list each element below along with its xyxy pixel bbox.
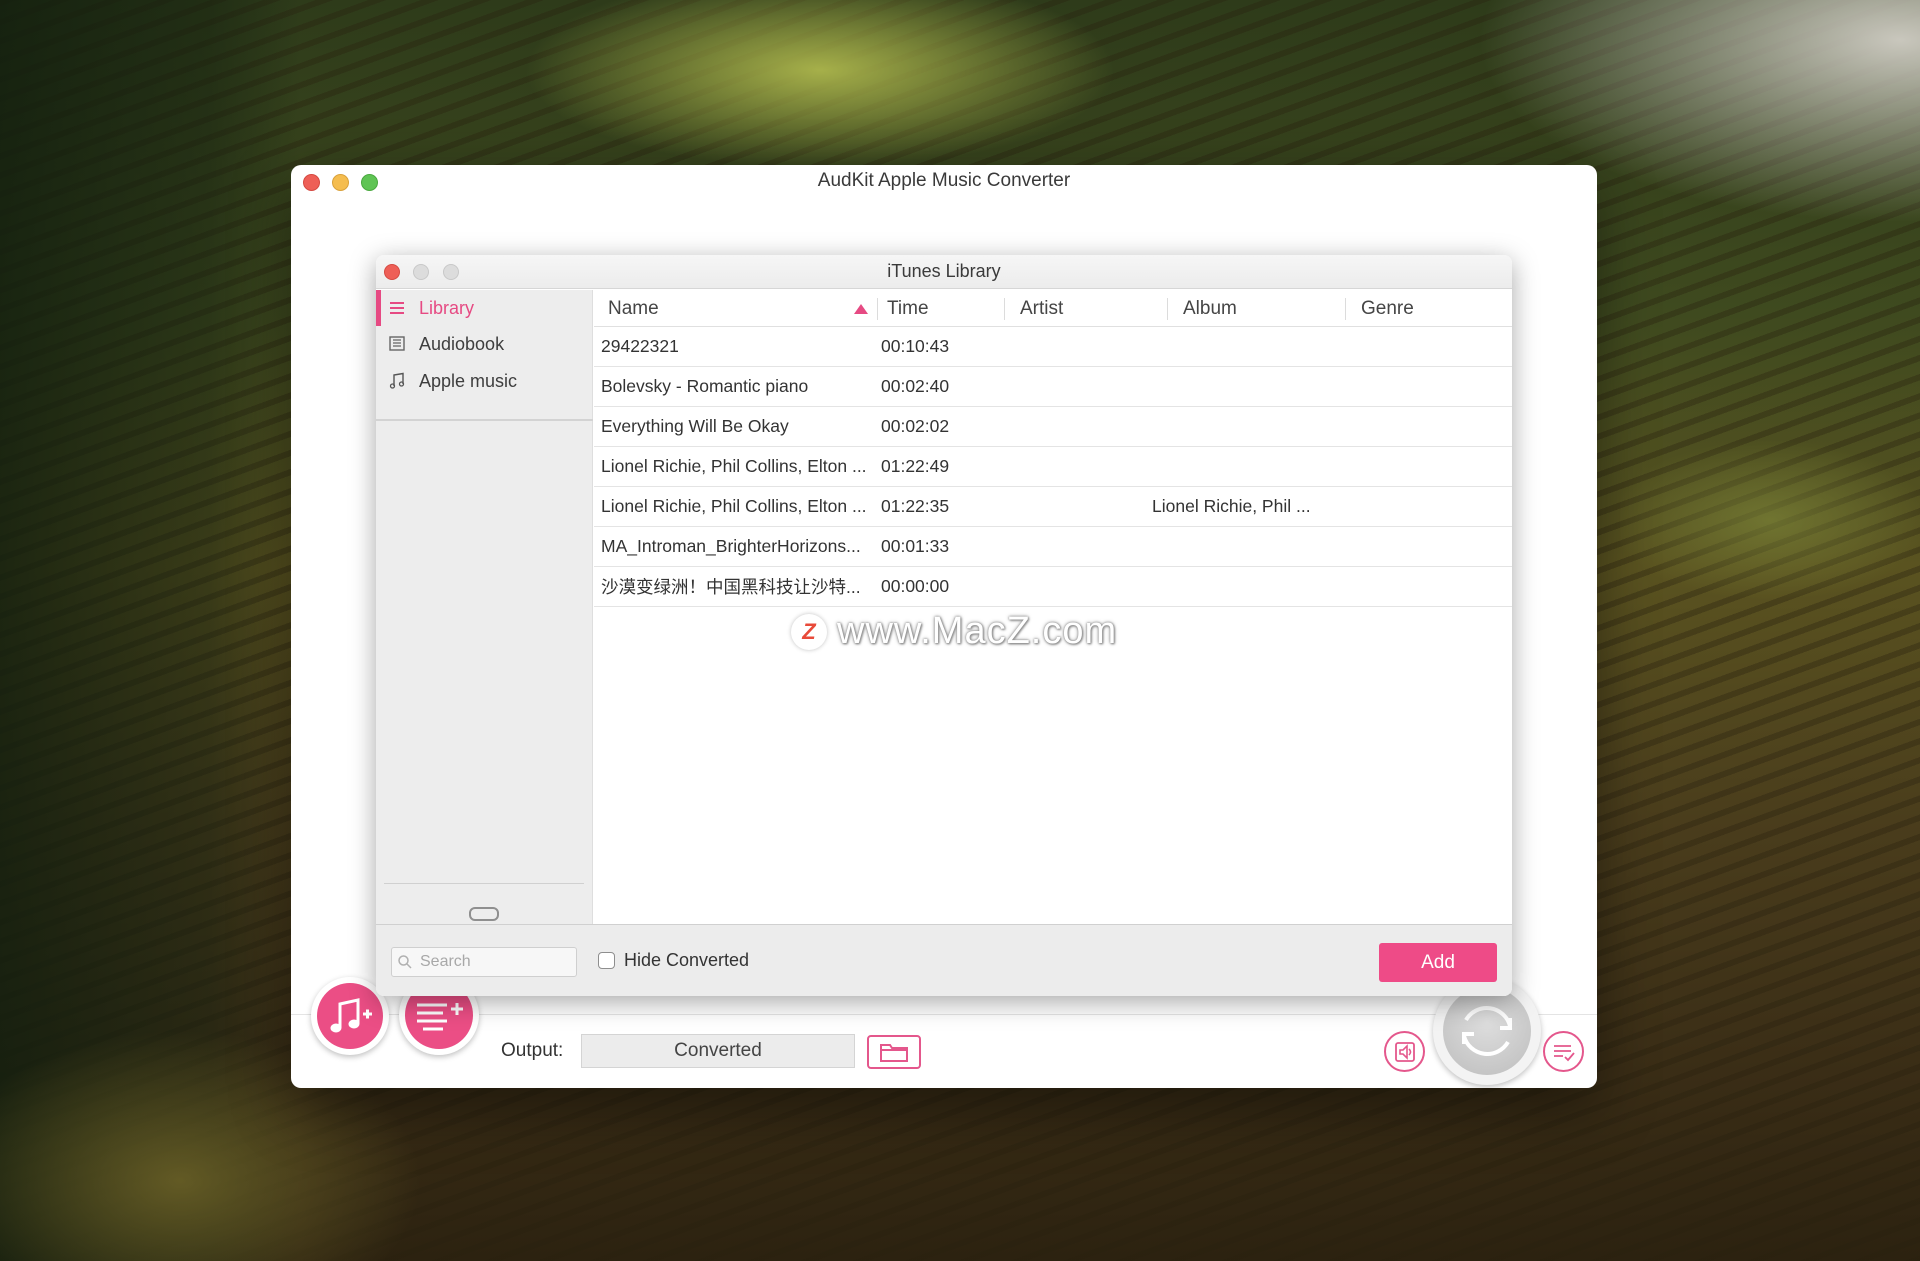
sidebar-divider [376, 419, 593, 421]
column-separator [1345, 298, 1346, 320]
watermark-logo: Z [791, 613, 827, 650]
cell-album [1152, 407, 1332, 446]
cell-name: Lionel Richie, Phil Collins, Elton ... [601, 496, 867, 516]
folder-icon [880, 1044, 908, 1062]
table-row[interactable]: Bolevsky - Romantic piano 00:02:40 [594, 367, 1512, 407]
watermark-text: www.MacZ.com [837, 610, 1118, 652]
sort-ascending-icon [854, 304, 868, 314]
watermark: Z www.MacZ.com [791, 610, 1117, 653]
library-sidebar: Library Audiobook Apple music [376, 290, 593, 924]
background-hill [1620, 420, 1920, 620]
bottom-divider [291, 1014, 1597, 1015]
dialog-footer: Hide Converted Add [376, 924, 1512, 996]
window-title: AudKit Apple Music Converter [817, 170, 1071, 191]
sidebar-item-audiobook[interactable]: Audiobook [376, 326, 593, 362]
sidebar-item-label: Library [419, 297, 475, 318]
cell-album [1152, 447, 1332, 486]
cell-name: 沙漠变绿洲！中国黑科技让沙特... [601, 577, 861, 597]
sidebar-item-library[interactable]: Library [376, 290, 593, 326]
cell-time: 00:10:43 [881, 336, 950, 356]
browse-folder-button[interactable] [867, 1035, 921, 1069]
convert-refresh-icon [1462, 1006, 1512, 1056]
cell-name: Everything Will Be Okay [601, 416, 789, 436]
search-field[interactable] [391, 947, 577, 977]
column-header-time[interactable]: Time [887, 290, 929, 327]
cell-time: 00:02:02 [881, 416, 950, 436]
cell-time: 00:01:33 [881, 536, 950, 556]
cell-time: 01:22:35 [881, 496, 950, 516]
playlist-add-icon [417, 1003, 463, 1031]
cell-album: Lionel Richie, Phil ... [1152, 496, 1311, 516]
cell-album [1152, 527, 1332, 566]
sidebar-bottom-divider [384, 883, 584, 884]
output-label: Output: [501, 1040, 564, 1061]
column-header-album[interactable]: Album [1183, 290, 1237, 327]
dialog-title: iTunes Library [887, 261, 1001, 281]
column-header-name[interactable]: Name [608, 290, 659, 327]
dialog-titlebar: iTunes Library [376, 255, 1512, 289]
sidebar-toggle-icon[interactable] [468, 905, 500, 923]
column-separator [1004, 298, 1005, 320]
hide-converted-checkbox[interactable] [598, 952, 615, 969]
sidebar-item-label: Apple music [419, 370, 518, 391]
list-icon [390, 302, 404, 314]
music-add-icon [330, 998, 372, 1033]
cell-name: Bolevsky - Romantic piano [601, 376, 809, 396]
dialog-minimize-button [413, 264, 429, 280]
table-row[interactable]: Everything Will Be Okay 00:02:02 [594, 407, 1512, 447]
cell-album [1152, 567, 1332, 606]
column-header-genre[interactable]: Genre [1361, 290, 1414, 327]
sidebar-item-apple-music[interactable]: Apple music [376, 363, 593, 399]
history-list-icon [1553, 1044, 1575, 1061]
window-zoom-button[interactable] [361, 174, 378, 191]
cell-name: Lionel Richie, Phil Collins, Elton ... [601, 456, 867, 476]
column-separator [877, 298, 878, 320]
table-row[interactable]: MA_Introman_BrighterHorizons... 00:01:33 [594, 527, 1512, 567]
converted-history-button[interactable] [1543, 1031, 1584, 1072]
table-row[interactable]: Lionel Richie, Phil Collins, Elton ... 0… [594, 487, 1512, 527]
column-header-artist[interactable]: Artist [1020, 290, 1063, 327]
dialog-zoom-button [443, 264, 459, 280]
cell-name: 29422321 [601, 336, 679, 356]
audio-settings-icon [1394, 1041, 1415, 1062]
output-folder-field[interactable]: Converted [581, 1034, 855, 1068]
dialog-close-button[interactable] [384, 264, 400, 280]
hide-converted-option[interactable]: Hide Converted [598, 950, 749, 971]
library-table: Name Time Artist Album Genre 29422321 00… [594, 290, 1512, 924]
table-row[interactable]: 29422321 00:10:43 [594, 327, 1512, 367]
book-icon [389, 336, 405, 351]
search-input[interactable] [420, 951, 572, 973]
cell-time: 00:02:40 [881, 376, 950, 396]
cell-time: 00:00:00 [881, 576, 950, 596]
cell-album [1152, 327, 1332, 366]
window-minimize-button[interactable] [332, 174, 349, 191]
main-titlebar: AudKit Apple Music Converter [291, 165, 1597, 197]
hide-converted-label: Hide Converted [624, 950, 750, 970]
audio-format-button[interactable] [1384, 1031, 1425, 1072]
table-header: Name Time Artist Album Genre [594, 290, 1512, 327]
add-button[interactable]: Add [1379, 943, 1497, 982]
search-icon [398, 955, 412, 969]
cell-name: MA_Introman_BrighterHorizons... [601, 536, 861, 556]
cell-time: 01:22:49 [881, 456, 950, 476]
window-close-button[interactable] [303, 174, 320, 191]
table-row[interactable]: 沙漠变绿洲！中国黑科技让沙特... 00:00:00 [594, 567, 1512, 607]
table-row[interactable]: Lionel Richie, Phil Collins, Elton ... 0… [594, 447, 1512, 487]
sidebar-item-label: Audiobook [419, 333, 505, 354]
music-note-icon [389, 372, 405, 389]
column-separator [1167, 298, 1168, 320]
cell-album [1152, 367, 1332, 406]
